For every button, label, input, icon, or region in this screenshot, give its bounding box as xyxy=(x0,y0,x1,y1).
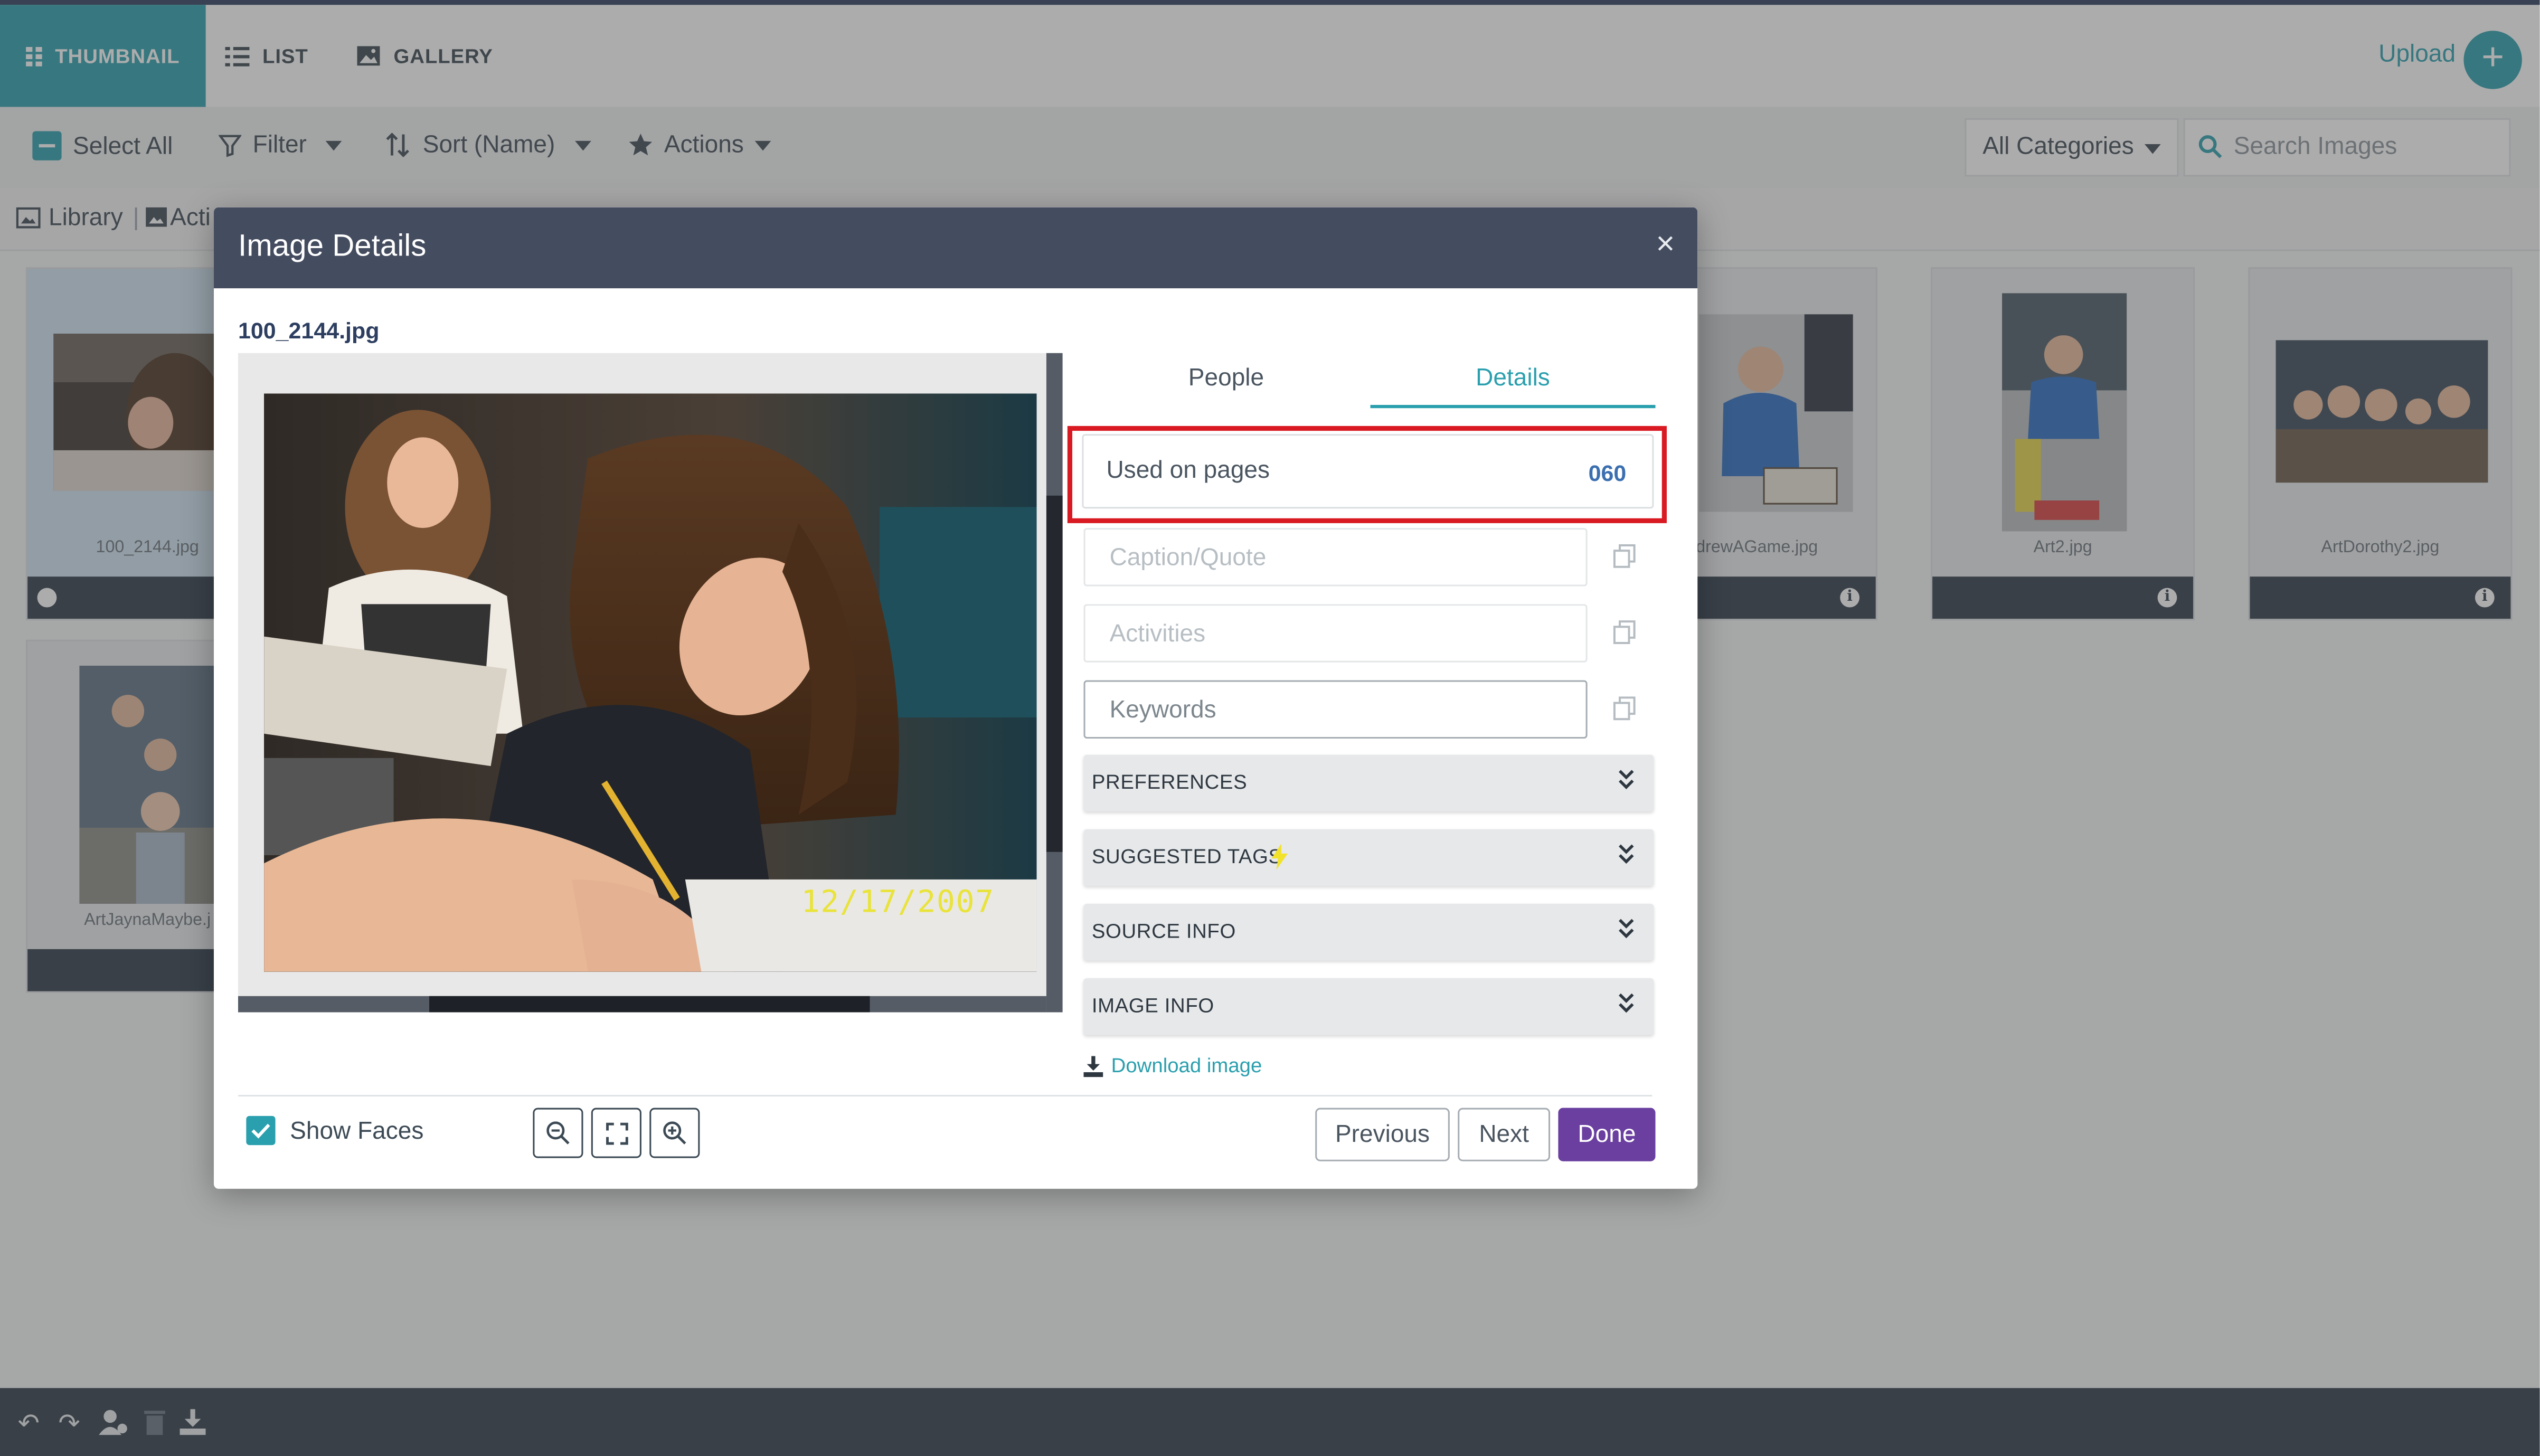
download-image-label: Download image xyxy=(1111,1054,1262,1077)
zoom-out-icon xyxy=(546,1121,570,1145)
section-preferences-label: PREFERENCES xyxy=(1091,771,1248,794)
lightning-icon xyxy=(1271,844,1288,870)
app-window: THUMBNAIL LIST GALLERY Upload + Select A… xyxy=(0,0,2540,1456)
details-tabs: People Details xyxy=(1083,356,1656,409)
dialog-header: Image Details × xyxy=(213,207,1698,289)
zoom-in-button[interactable] xyxy=(649,1108,700,1158)
done-button[interactable]: Done xyxy=(1558,1108,1656,1161)
checkmark-icon xyxy=(251,1123,270,1139)
dialog-title: Image Details xyxy=(238,230,427,264)
section-preferences[interactable]: PREFERENCES xyxy=(1083,754,1654,812)
zoom-out-button[interactable] xyxy=(533,1108,583,1158)
double-chevron-down-icon xyxy=(1619,844,1634,864)
used-on-pages-field[interactable]: Used on pages 060 xyxy=(1082,434,1654,509)
close-icon[interactable]: × xyxy=(1656,227,1675,264)
section-source-info-label: SOURCE INFO xyxy=(1091,920,1236,943)
photo: 12/17/2007 xyxy=(264,393,1037,972)
caption-field[interactable]: Caption/Quote xyxy=(1083,528,1588,587)
double-chevron-down-icon xyxy=(1619,919,1634,939)
photo-date-stamp: 12/17/2007 xyxy=(801,884,995,920)
section-image-info[interactable]: IMAGE INFO xyxy=(1083,978,1654,1035)
image-viewer[interactable]: 12/17/2007 xyxy=(238,353,1063,1013)
section-suggested-tags-label: SUGGESTED TAGS xyxy=(1091,845,1282,868)
used-on-pages-label: Used on pages xyxy=(1106,457,1270,485)
fit-to-screen-button[interactable] xyxy=(591,1108,641,1158)
vertical-scroll-thumb[interactable] xyxy=(1046,495,1063,852)
activities-placeholder: Activities xyxy=(1109,620,1206,648)
next-button[interactable]: Next xyxy=(1458,1108,1551,1161)
show-faces-toggle[interactable]: Show Faces xyxy=(246,1115,424,1146)
section-suggested-tags[interactable]: SUGGESTED TAGS xyxy=(1083,829,1654,886)
keywords-placeholder: Keywords xyxy=(1109,696,1216,724)
horizontal-scroll-thumb[interactable] xyxy=(429,996,870,1013)
zoom-in-icon xyxy=(663,1121,686,1145)
used-on-pages-value[interactable]: 060 xyxy=(1589,460,1627,486)
keywords-field[interactable]: Keywords xyxy=(1083,680,1588,739)
caption-placeholder: Caption/Quote xyxy=(1109,544,1267,572)
copy-icon[interactable] xyxy=(1613,544,1636,569)
footer-divider xyxy=(238,1094,1653,1097)
section-image-info-label: IMAGE INFO xyxy=(1091,994,1214,1017)
double-chevron-down-icon xyxy=(1619,770,1634,789)
expand-icon xyxy=(605,1122,628,1144)
activities-field[interactable]: Activities xyxy=(1083,604,1588,663)
image-filename: 100_2144.jpg xyxy=(238,317,380,344)
show-faces-label: Show Faces xyxy=(290,1117,424,1145)
tab-people[interactable]: People xyxy=(1083,356,1368,405)
show-faces-checkbox[interactable] xyxy=(246,1115,276,1146)
download-icon xyxy=(1083,1055,1103,1076)
copy-icon[interactable] xyxy=(1613,620,1636,645)
copy-icon[interactable] xyxy=(1613,696,1636,721)
double-chevron-down-icon xyxy=(1619,993,1634,1013)
image-details-dialog: Image Details × 100_2144.jpg 12/17/2007 … xyxy=(213,207,1698,1189)
previous-button[interactable]: Previous xyxy=(1315,1108,1450,1161)
download-image-link[interactable]: Download image xyxy=(1083,1054,1262,1077)
section-source-info[interactable]: SOURCE INFO xyxy=(1083,903,1654,961)
tab-details[interactable]: Details xyxy=(1370,356,1656,409)
